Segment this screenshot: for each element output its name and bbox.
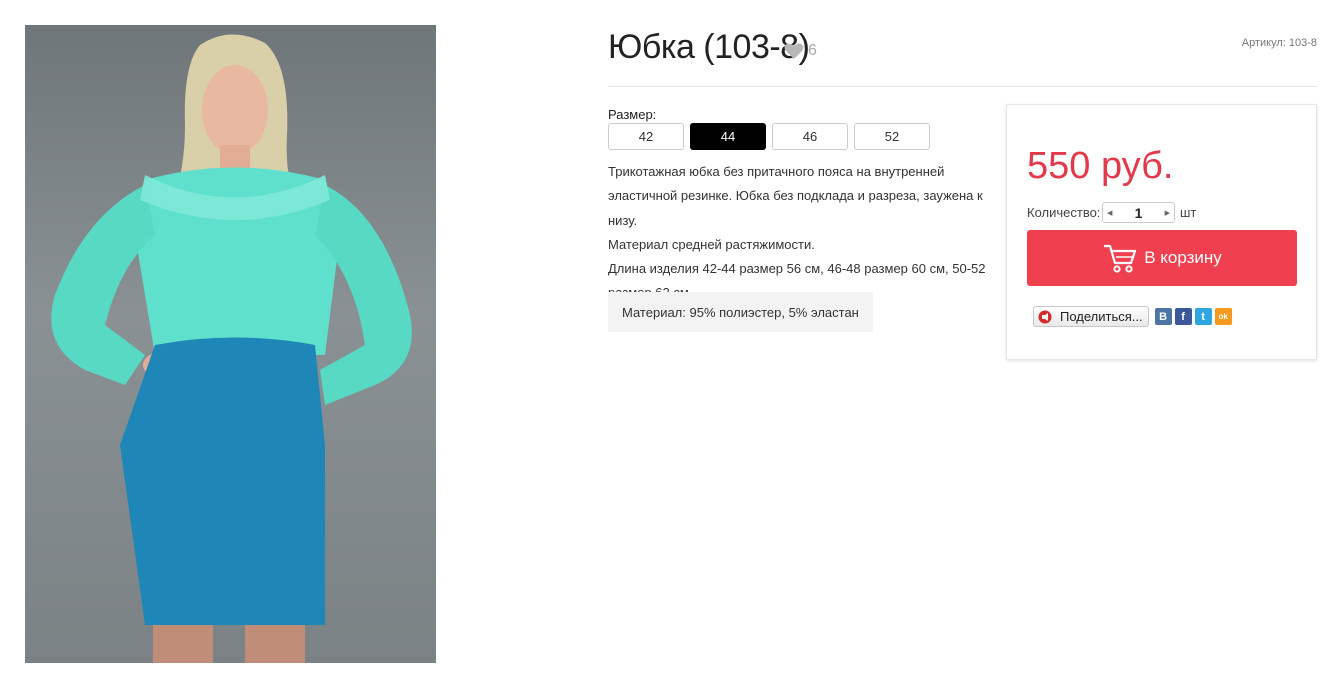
odnoklassniki-icon[interactable]: ok <box>1214 308 1232 325</box>
article-number: Артикул: 103-8 <box>1241 37 1317 49</box>
likes-counter[interactable]: 6 <box>784 42 817 60</box>
likes-count: 6 <box>808 42 817 59</box>
product-title: Юбка (103-8) <box>608 28 810 66</box>
twitter-icon[interactable]: t <box>1194 308 1212 325</box>
share-button-label: Поделиться... <box>1060 309 1143 324</box>
size-option-52[interactable]: 52 <box>854 123 930 150</box>
size-label: Размер: <box>608 107 657 122</box>
price: 550 руб. <box>1027 145 1174 187</box>
share-bar: Поделиться... B f t ok <box>1033 306 1232 327</box>
description-line: Материал средней растяжимости. <box>608 236 815 252</box>
share-button[interactable]: Поделиться... <box>1033 306 1149 327</box>
quantity-unit: шт <box>1180 205 1197 220</box>
increment-arrow-icon[interactable]: ▶ <box>1165 209 1170 217</box>
description-line: эластичной резинке. Юбка без подклада и … <box>608 188 983 228</box>
quantity-label: Количество: <box>1027 205 1101 220</box>
buy-box: 550 руб. Количество: ◀ 1 ▶ шт В корзину … <box>1006 104 1317 360</box>
quantity-stepper[interactable]: ◀ 1 ▶ <box>1102 202 1175 223</box>
quantity-value[interactable]: 1 <box>1135 205 1143 221</box>
size-selector: 42 44 46 52 <box>608 123 930 150</box>
add-to-cart-button[interactable]: В корзину <box>1027 230 1297 286</box>
divider <box>608 86 1317 87</box>
cart-icon <box>1104 244 1137 273</box>
add-to-cart-label: В корзину <box>1144 248 1222 267</box>
decrement-arrow-icon[interactable]: ◀ <box>1107 209 1112 217</box>
material-info: Материал: 95% полиэстер, 5% эластан <box>608 292 873 332</box>
share-megaphone-icon <box>1038 310 1052 323</box>
size-option-44[interactable]: 44 <box>690 123 766 150</box>
size-option-46[interactable]: 46 <box>772 123 848 150</box>
size-option-42[interactable]: 42 <box>608 123 684 150</box>
description-line: Длина изделия 42-44 размер 56 см, 46-48 … <box>608 261 986 277</box>
product-photo[interactable] <box>25 25 436 663</box>
description-line: Трикотажная юбка без притачного пояса на… <box>608 164 945 179</box>
vk-icon[interactable]: B <box>1154 308 1172 325</box>
heart-icon[interactable] <box>784 42 804 60</box>
facebook-icon[interactable]: f <box>1174 308 1192 325</box>
product-photo-illustration <box>51 34 412 663</box>
product-description: Трикотажная юбка без притачного пояса на… <box>608 160 998 306</box>
